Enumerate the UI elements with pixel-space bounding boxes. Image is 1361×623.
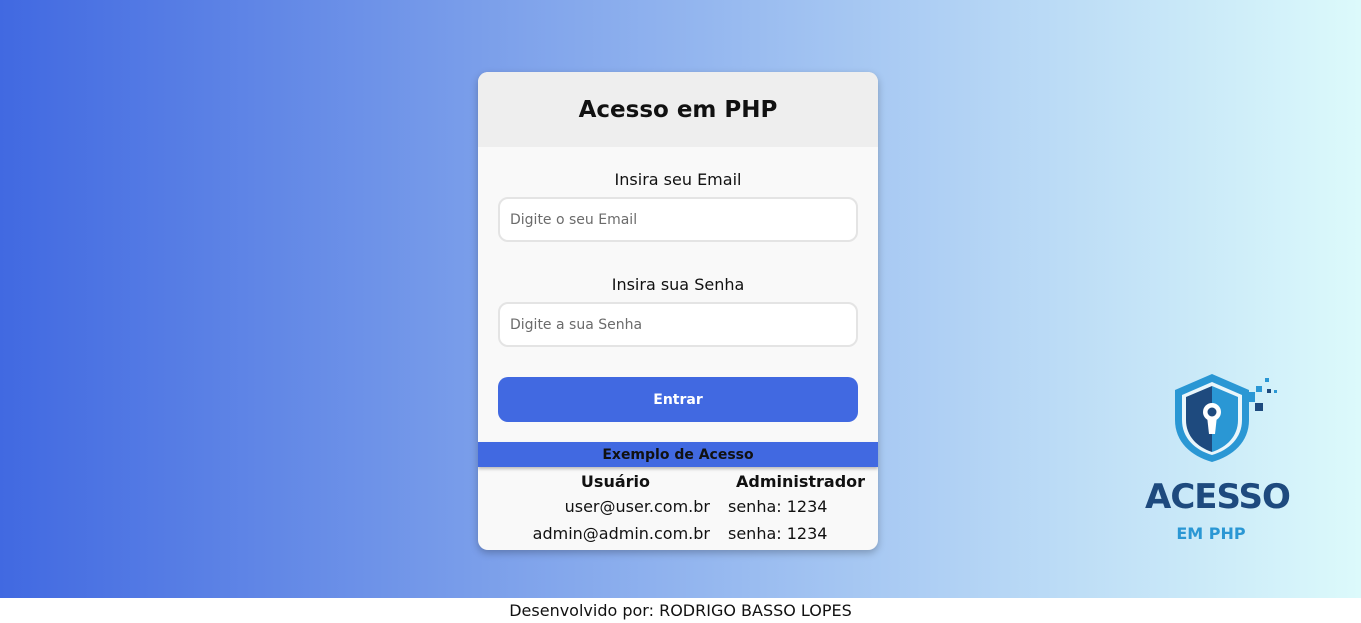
- table-row: user@user.com.br senha: 1234: [478, 493, 878, 520]
- footer-credit: Desenvolvido por: RODRIGO BASSO LOPES: [509, 601, 852, 620]
- example-access-bar: Exemplo de Acesso: [478, 442, 878, 467]
- password-input[interactable]: [498, 302, 858, 347]
- logo-subtitle: EM PHP: [1176, 524, 1246, 543]
- table-header-row: Usuário Administrador: [478, 469, 878, 493]
- logo: ACESSO EM PHP: [1145, 372, 1291, 547]
- email-input[interactable]: [498, 197, 858, 242]
- password-label: Insira sua Senha: [611, 275, 745, 294]
- example-access-table: Usuário Administrador user@user.com.br s…: [478, 469, 878, 547]
- table-row: admin@admin.com.br senha: 1234: [478, 520, 878, 547]
- table-header-admin: Administrador: [736, 471, 866, 491]
- page-title: Acesso em PHP: [578, 96, 778, 123]
- shield-lock-icon: [1175, 374, 1277, 462]
- logo-title: ACESSO: [1145, 477, 1291, 517]
- table-cell-password: senha: 1234: [728, 524, 828, 543]
- table-cell-email: admin@admin.com.br: [532, 524, 710, 543]
- card-header: Acesso em PHP: [478, 72, 878, 147]
- table-header-user: Usuário: [580, 471, 650, 491]
- table-cell-password: senha: 1234: [728, 497, 828, 516]
- submit-button[interactable]: Entrar: [498, 377, 858, 422]
- login-card: Acesso em PHP Insira seu Email Insira su…: [478, 72, 878, 550]
- table-cell-email: user@user.com.br: [564, 497, 710, 516]
- email-label: Insira seu Email: [614, 170, 742, 189]
